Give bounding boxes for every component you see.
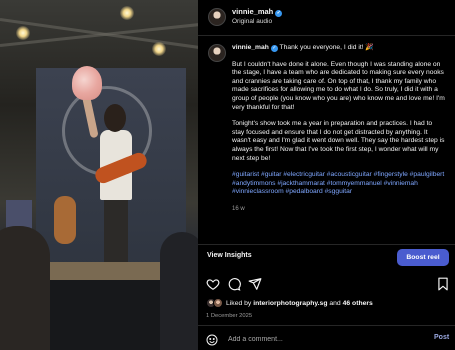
liker-avatar[interactable] [213, 298, 223, 308]
boost-reel-button[interactable]: Boost reel [397, 249, 449, 266]
likes-others-link[interactable]: 46 others [343, 300, 373, 307]
caption-timestamp: 16 w [232, 205, 245, 212]
likes-and: and [327, 299, 343, 307]
flower-bouquet [72, 66, 102, 100]
view-insights-link[interactable]: View Insights [207, 252, 252, 259]
likes-prefix: Liked by [226, 299, 254, 307]
likes-summary: Liked by interiorphotography.sg and 46 o… [206, 298, 373, 310]
post-header: vinnie_mah ✓ Original audio [198, 0, 455, 36]
comment-row: Post [198, 325, 455, 350]
audience-member [160, 232, 198, 350]
username-text[interactable]: vinnie_mah [232, 7, 273, 16]
caption-paragraph: But I couldn't have done it alone. Even … [232, 60, 445, 111]
post-date: 1 December 2025 [206, 313, 253, 319]
verified-badge-icon: ✓ [270, 45, 278, 52]
comment-icon[interactable] [227, 277, 241, 291]
acoustic-guitar [54, 196, 76, 244]
verified-badge-icon: ✓ [275, 10, 283, 17]
insights-row: View Insights Boost reel [198, 245, 455, 269]
ceiling-lamp [152, 42, 166, 56]
avatar[interactable] [208, 8, 226, 26]
heart-icon[interactable] [206, 277, 220, 291]
caption-hashtags[interactable]: #guitarist #guitar #electricguitar #acou… [232, 171, 446, 197]
audience-member [0, 226, 50, 350]
liker-username[interactable]: interiorphotography.sg [253, 300, 327, 307]
action-bar [198, 277, 455, 293]
caption-intro: Thank you everyone, I did it! 🎉 [279, 44, 374, 51]
smiley-icon[interactable] [206, 333, 218, 346]
post-comment-button[interactable]: Post [434, 334, 449, 341]
share-icon[interactable] [248, 277, 262, 291]
post-panel: vinnie_mah ✓ Original audio vinnie_mah ✓ T… [198, 0, 455, 350]
ceiling-lamp [120, 6, 134, 20]
header-username[interactable]: vinnie_mah ✓ [232, 7, 283, 17]
performer-head [104, 104, 126, 132]
caption-username[interactable]: vinnie_mah [232, 44, 269, 51]
ceiling-lamp [16, 26, 30, 40]
caption-paragraph: Tonight's show took me a year in prepara… [232, 120, 445, 162]
bookmark-icon[interactable] [436, 277, 450, 291]
performer-legs [104, 198, 128, 264]
reel-photo[interactable] [0, 0, 198, 350]
comment-input[interactable] [228, 333, 408, 345]
caption-section: vinnie_mah ✓ Thank you everyone, I did it… [198, 36, 455, 245]
avatar[interactable] [208, 44, 226, 62]
caption-text: vinnie_mah ✓ Thank you everyone, I did it… [232, 44, 446, 222]
original-audio-link[interactable]: Original audio [232, 18, 272, 25]
